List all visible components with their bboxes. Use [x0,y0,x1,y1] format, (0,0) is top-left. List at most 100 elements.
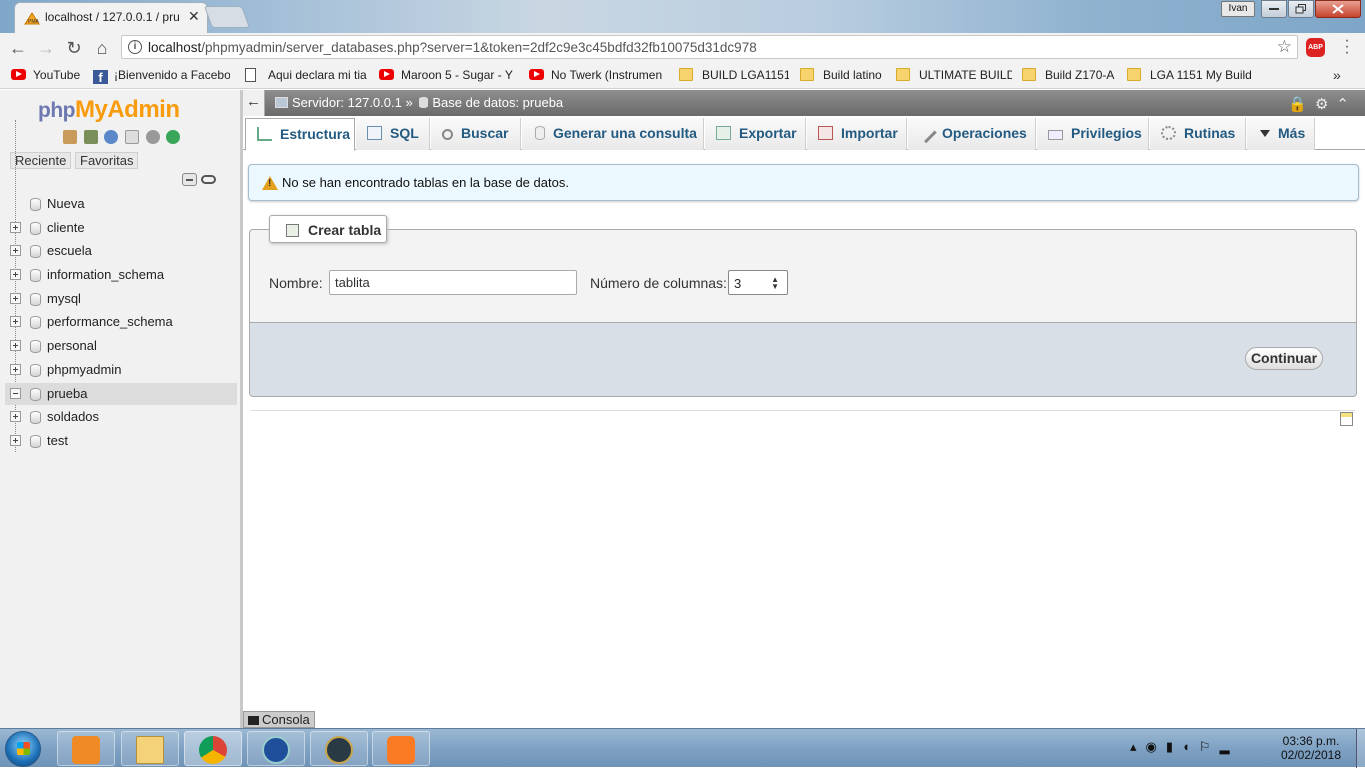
tree-item-performance-schema[interactable]: performance_schema [0,311,240,333]
table-name-input[interactable] [329,270,577,295]
tab-import[interactable]: Importar [807,118,907,150]
collapse-up-icon[interactable]: ⌃ [1336,96,1357,113]
media-player-icon [72,736,100,764]
tree-item-cliente[interactable]: cliente [0,217,240,239]
taskbar-explorer[interactable] [121,731,179,766]
more-bookmarks-icon[interactable]: » [1333,67,1341,83]
docs-icon[interactable] [124,130,139,144]
console-toggle[interactable]: Consola [243,711,315,728]
bookmark-facebook[interactable]: f ¡Bienvenido a Facebo [93,68,230,84]
export-icon [716,126,731,140]
expand-icon[interactable] [10,411,21,422]
taskbar-ccleaner[interactable] [247,731,305,766]
expand-icon[interactable] [10,435,21,446]
address-bar[interactable]: i localhost/phpmyadmin/server_databases.… [121,35,1298,59]
lock-icon[interactable]: 🔒 [1288,96,1315,113]
info-icon[interactable]: i [128,40,142,54]
back-arrow-icon[interactable]: ← [7,37,29,59]
bookmark-label: LGA 1151 My Build [1150,68,1252,82]
taskbar-league[interactable] [310,731,368,766]
expand-icon[interactable] [10,364,21,375]
close-window-button[interactable] [1315,0,1361,18]
bookmark-no-twerk[interactable]: No Twerk (Instrumen [529,68,665,84]
tab-query[interactable]: Generar una consulta [522,118,704,150]
breadcrumb-server[interactable]: Servidor: 127.0.0.1 [292,95,402,110]
bookmark-youtube[interactable]: YouTube [11,68,83,84]
tree-item-mysql[interactable]: mysql [0,288,240,310]
tree-item-prueba[interactable]: prueba [5,383,237,405]
expand-icon[interactable] [10,269,21,280]
tab-more[interactable]: Más [1247,118,1315,150]
maximize-button[interactable] [1288,0,1314,18]
page-related-icon[interactable] [1340,412,1353,426]
home-icon[interactable] [63,130,77,144]
folder-icon [136,736,164,764]
settings-gear-icon[interactable] [145,130,160,144]
bookmark-folder-build-latino[interactable]: Build latino [800,68,886,84]
home-icon[interactable]: ⌂ [91,37,113,59]
show-desktop-button[interactable] [1356,729,1365,768]
clock[interactable]: 03:36 p.m. 02/02/2018 [1276,734,1346,762]
collapse-icon[interactable] [10,388,21,399]
panel-resize-handle[interactable] [240,90,243,728]
tree-item-new[interactable]: Nueva [0,193,240,215]
link-with-main-icon[interactable] [201,175,216,184]
ccleaner-icon [262,736,290,764]
bookmark-folder-lga1151[interactable]: BUILD LGA1151 [679,68,789,84]
tab-operations[interactable]: Operaciones [908,118,1036,150]
tab-structure[interactable]: Estructura [245,118,355,151]
expand-icon[interactable] [10,222,21,233]
continue-button[interactable]: Continuar [1245,347,1323,370]
tab-sql[interactable]: SQL [356,118,430,150]
bookmark-folder-z170a[interactable]: Build Z170-A [1022,68,1118,84]
settings-gear-icon[interactable]: ⚙ [1315,96,1336,113]
bookmark-folder-ultimate[interactable]: ULTIMATE BUILD [896,68,1012,84]
tree-item-escuela[interactable]: escuela [0,240,240,262]
taskbar-chrome[interactable] [184,731,242,766]
favorite-tables-button[interactable]: Favoritas [75,152,139,169]
start-button[interactable] [5,731,41,767]
expand-icon[interactable] [10,245,21,256]
forward-arrow-icon[interactable]: → [35,37,57,59]
tree-item-personal[interactable]: personal [0,335,240,357]
reload-nav-icon[interactable] [166,130,181,144]
recent-tables-button[interactable]: Reciente [10,152,72,169]
phpmyadmin-logo[interactable]: phpMyAdmin [38,96,180,124]
tree-item-label: escuela [47,243,92,258]
browser-menu-icon[interactable]: · · · [1343,33,1351,61]
tab-label: Privilegios [1071,125,1142,141]
collapse-all-icon[interactable] [182,173,197,186]
tab-privileges[interactable]: Privilegios [1037,118,1149,150]
bookmark-page[interactable]: Aqui declara mi tia [245,68,369,84]
bookmark-folder-my-build[interactable]: LGA 1151 My Build [1127,68,1255,84]
adblock-plus-icon[interactable]: ABP [1306,38,1325,57]
expand-icon[interactable] [10,293,21,304]
reload-icon[interactable]: ↻ [63,37,85,59]
expand-icon[interactable] [10,316,21,327]
tree-item-test[interactable]: test [0,430,240,452]
help-icon[interactable] [104,130,119,144]
tab-search[interactable]: Buscar [431,118,521,150]
tab-export[interactable]: Exportar [705,118,806,150]
taskbar-media-player[interactable] [57,731,115,766]
new-tab-button[interactable] [203,6,251,28]
bookmark-star-icon[interactable]: ☆ [1277,37,1292,57]
browser-tab[interactable]: PMA localhost / 127.0.0.1 / pru ✕ [14,2,208,33]
tree-item-information-schema[interactable]: information_schema [0,264,240,286]
collapse-nav-arrow-icon[interactable]: ← [243,90,265,116]
tab-routines[interactable]: Rutinas [1150,118,1246,150]
taskbar-xampp[interactable] [372,731,430,766]
close-tab-icon[interactable]: ✕ [188,8,200,25]
spinner-arrows-icon[interactable]: ▲ ▼ [771,276,779,291]
breadcrumb-database[interactable]: Base de datos: prueba [432,95,563,110]
system-tray[interactable]: ▴◉▮◖⚐▂ [1130,739,1239,755]
expand-icon[interactable] [10,340,21,351]
tree-item-label: information_schema [47,267,165,282]
tree-item-phpmyadmin[interactable]: phpmyadmin [0,359,240,381]
profile-chip[interactable]: Ivan [1221,1,1255,17]
num-columns-stepper[interactable]: 3 ▲ ▼ [728,270,788,295]
bookmark-maroon5[interactable]: Maroon 5 - Sugar - Y [379,68,515,84]
logout-icon[interactable] [83,130,98,144]
tree-item-soldados[interactable]: soldados [0,406,240,428]
minimize-button[interactable] [1261,0,1287,18]
